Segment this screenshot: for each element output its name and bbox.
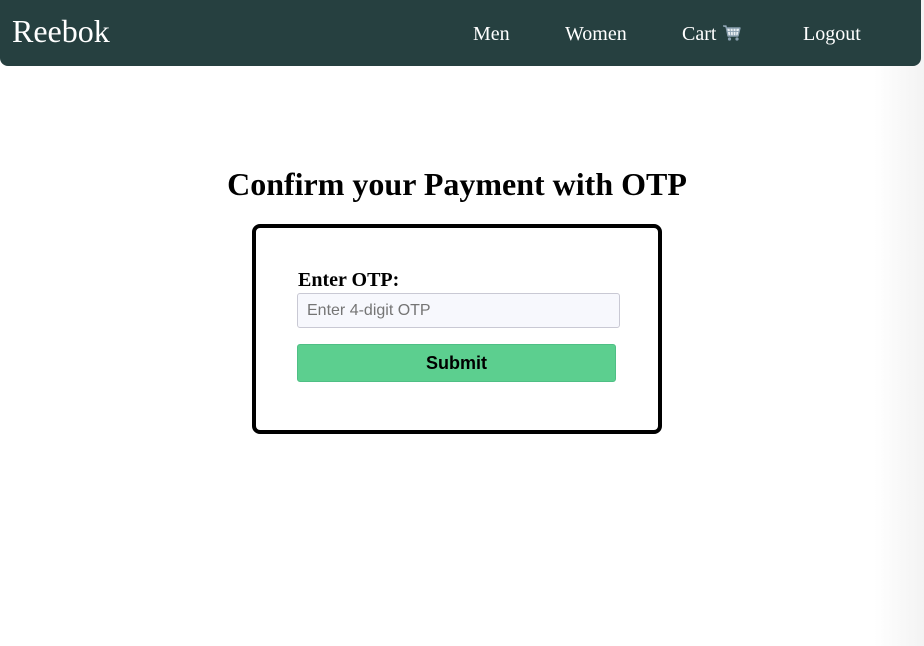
otp-input[interactable] <box>297 293 620 328</box>
nav-link-men-label: Men <box>473 23 510 45</box>
otp-form-card: Enter OTP: Submit <box>252 224 662 434</box>
navbar: Reebok Men Women Cart Logout <box>0 0 921 66</box>
nav-link-logout[interactable]: Logout <box>803 22 861 46</box>
otp-label: Enter OTP: <box>298 269 400 291</box>
submit-button[interactable]: Submit <box>297 344 616 382</box>
page: Reebok Men Women Cart Logout Confirm you <box>0 0 924 646</box>
nav-link-women[interactable]: Women <box>565 22 627 46</box>
brand-logo[interactable]: Reebok <box>12 12 110 50</box>
nav-link-logout-label: Logout <box>803 23 861 45</box>
page-title: Confirm your Payment with OTP <box>227 166 687 202</box>
shopping-cart-icon <box>722 24 742 42</box>
nav-link-cart[interactable]: Cart <box>682 22 742 46</box>
nav-link-men[interactable]: Men <box>473 22 510 46</box>
nav-link-women-label: Women <box>565 23 627 45</box>
nav-link-cart-label: Cart <box>682 23 717 45</box>
edge-shade <box>874 0 924 646</box>
